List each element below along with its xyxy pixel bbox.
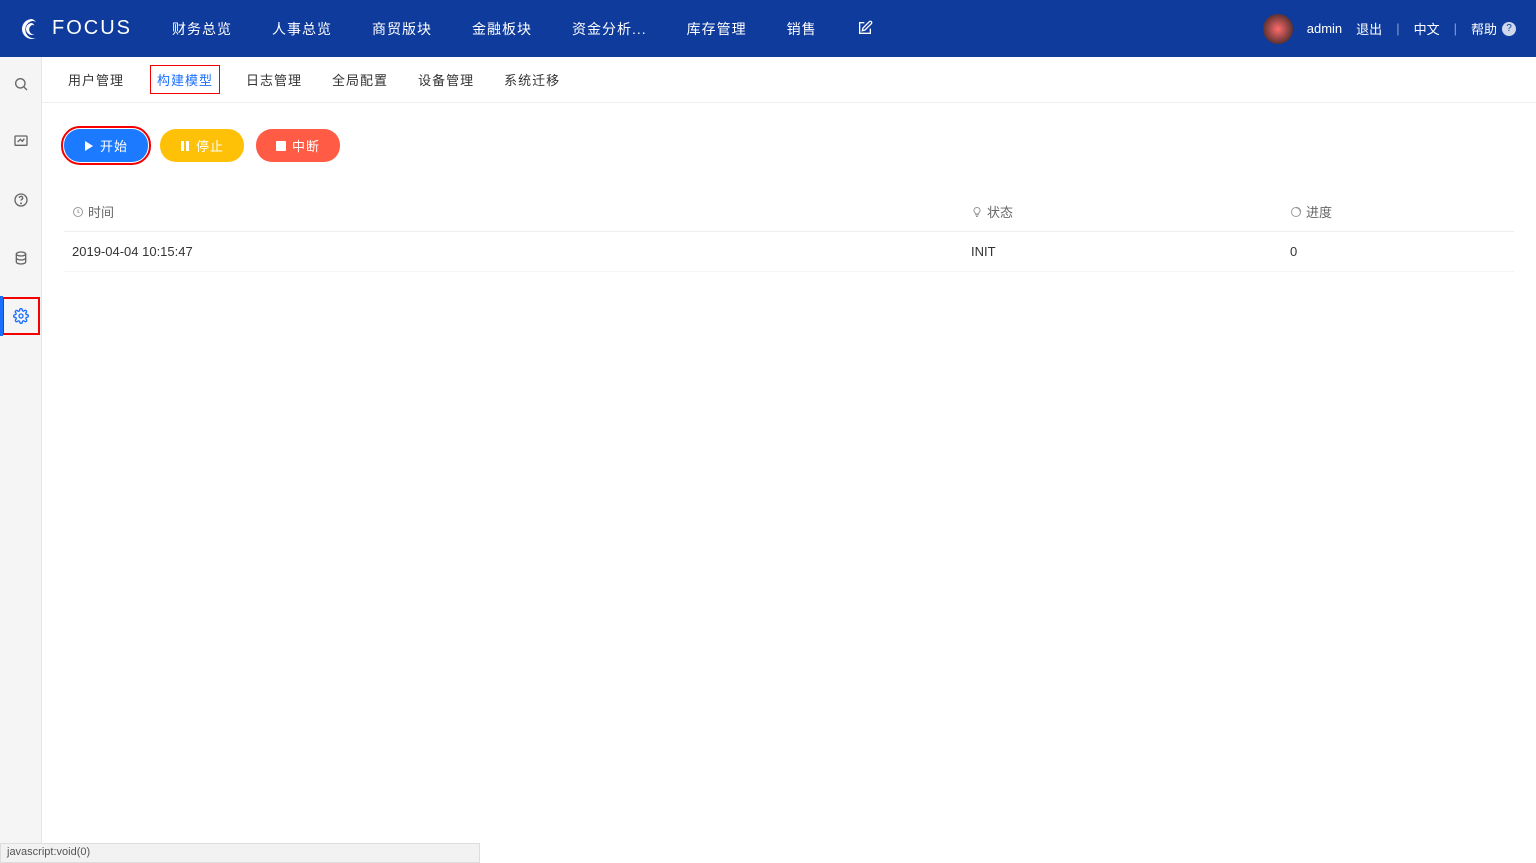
cell-status: INIT bbox=[963, 232, 1282, 272]
top-nav-items: 财务总览 人事总览 商贸版块 金融板块 资金分析... 库存管理 销售 bbox=[172, 19, 1263, 39]
help-badge-icon: ? bbox=[1502, 22, 1516, 36]
cell-progress: 0 bbox=[1282, 232, 1514, 272]
col-time-header: 时间 bbox=[64, 192, 963, 232]
table-row: 2019-04-04 10:15:47 INIT 0 bbox=[64, 232, 1514, 272]
start-button[interactable]: 开始 bbox=[64, 129, 148, 162]
play-icon bbox=[84, 141, 94, 151]
content-area: 开始 停止 中断 时间 状态 bbox=[42, 103, 1536, 863]
search-icon bbox=[13, 76, 29, 92]
tab-log-management[interactable]: 日志管理 bbox=[242, 64, 306, 95]
status-bar: javascript:void(0) bbox=[0, 843, 480, 863]
nav-finance-overview[interactable]: 财务总览 bbox=[172, 19, 232, 39]
clock-icon bbox=[72, 206, 84, 221]
top-nav-right: admin 退出 | 中文 | 帮助 ? bbox=[1263, 14, 1516, 44]
stop-button[interactable]: 停止 bbox=[160, 129, 244, 162]
sidebar-chart[interactable] bbox=[6, 127, 36, 157]
database-icon bbox=[13, 250, 29, 266]
nav-financial-section[interactable]: 金融板块 bbox=[472, 19, 532, 39]
progress-header-label: 进度 bbox=[1306, 205, 1332, 220]
help-link[interactable]: 帮助 ? bbox=[1471, 19, 1516, 38]
abort-label: 中断 bbox=[292, 136, 320, 155]
stop-icon bbox=[276, 141, 286, 151]
tab-system-migration[interactable]: 系统迁移 bbox=[500, 64, 564, 95]
logo-icon bbox=[20, 17, 44, 41]
time-header-label: 时间 bbox=[88, 205, 114, 220]
bulb-icon bbox=[971, 206, 983, 221]
language-link[interactable]: 中文 bbox=[1414, 19, 1440, 38]
nav-trade-section[interactable]: 商贸版块 bbox=[372, 19, 432, 39]
tab-device-management[interactable]: 设备管理 bbox=[414, 64, 478, 95]
logo[interactable]: FOCUS bbox=[20, 17, 132, 41]
question-icon bbox=[13, 192, 29, 208]
col-status-header: 状态 bbox=[963, 192, 1282, 232]
sub-nav: 用户管理 构建模型 日志管理 全局配置 设备管理 系统迁移 bbox=[42, 57, 1536, 103]
nav-inventory[interactable]: 库存管理 bbox=[687, 19, 747, 39]
cell-time: 2019-04-04 10:15:47 bbox=[64, 232, 963, 272]
tab-user-management[interactable]: 用户管理 bbox=[64, 64, 128, 95]
status-header-label: 状态 bbox=[987, 205, 1013, 220]
avatar[interactable] bbox=[1263, 14, 1293, 44]
nav-sales[interactable]: 销售 bbox=[787, 19, 817, 39]
nav-hr-overview[interactable]: 人事总览 bbox=[272, 19, 332, 39]
left-sidebar bbox=[0, 57, 42, 863]
abort-button[interactable]: 中断 bbox=[256, 129, 340, 162]
tab-global-config[interactable]: 全局配置 bbox=[328, 64, 392, 95]
tab-build-model[interactable]: 构建模型 bbox=[150, 65, 220, 94]
pause-icon bbox=[180, 141, 190, 151]
divider: | bbox=[1454, 21, 1457, 36]
stop-label: 停止 bbox=[196, 136, 224, 155]
sidebar-help[interactable] bbox=[6, 185, 36, 215]
sidebar-search[interactable] bbox=[6, 69, 36, 99]
jobs-table: 时间 状态 进度 2019-04-04 10:15:47 INIT 0 bbox=[64, 192, 1514, 272]
chart-icon bbox=[13, 134, 29, 150]
sidebar-settings[interactable] bbox=[6, 301, 36, 331]
top-nav: FOCUS 财务总览 人事总览 商贸版块 金融板块 资金分析... 库存管理 销… bbox=[0, 0, 1536, 57]
progress-icon bbox=[1290, 206, 1302, 221]
edit-icon bbox=[857, 20, 873, 36]
start-label: 开始 bbox=[100, 136, 128, 155]
gear-icon bbox=[13, 308, 29, 324]
logout-link[interactable]: 退出 bbox=[1356, 19, 1382, 38]
help-label: 帮助 bbox=[1471, 19, 1497, 38]
nav-fund-analysis[interactable]: 资金分析... bbox=[572, 19, 647, 39]
logo-text: FOCUS bbox=[52, 17, 132, 40]
action-buttons: 开始 停止 中断 bbox=[64, 129, 1514, 162]
username[interactable]: admin bbox=[1307, 21, 1342, 36]
col-progress-header: 进度 bbox=[1282, 192, 1514, 232]
divider: | bbox=[1396, 21, 1399, 36]
nav-edit-button[interactable] bbox=[857, 19, 873, 39]
sidebar-data[interactable] bbox=[6, 243, 36, 273]
